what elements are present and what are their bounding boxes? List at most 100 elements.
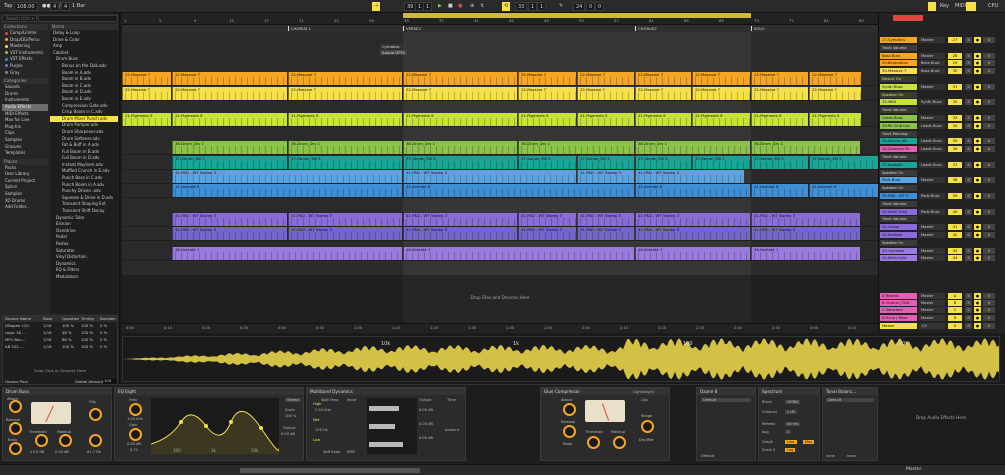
- arrangement-clip[interactable]: 41-PAD - WT Sweep 3: [635, 227, 750, 240]
- output-routing[interactable]: Master: [919, 293, 945, 299]
- tonal-title[interactable]: Tonal Balanc...: [823, 388, 877, 395]
- solo-button[interactable]: S: [965, 323, 972, 329]
- volume-value[interactable]: 0: [983, 323, 995, 329]
- solo-button[interactable]: S: [965, 99, 972, 106]
- arrangement-clip[interactable]: 41-PAD - WT Sweep 3: [635, 213, 750, 226]
- arrangement-clip[interactable]: 41-PAD - WT Sweep 3: [403, 170, 576, 183]
- track-lane[interactable]: 41-PAD - WT Sweep 3 41-PAD - WT Sweep 3 41…: [122, 213, 878, 227]
- category-item[interactable]: Samples: [2, 137, 48, 144]
- gain-mid-value[interactable]: 0.00 dB: [419, 422, 433, 426]
- solo-button[interactable]: S: [965, 138, 972, 145]
- arm-button[interactable]: ●: [974, 161, 981, 168]
- output-routing[interactable]: Bass Buss: [919, 60, 945, 67]
- arrangement-clip[interactable]: 21-Pigments 9: [518, 113, 576, 126]
- arm-button[interactable]: ●: [974, 224, 981, 231]
- collection-item[interactable]: VST Instruments: [2, 50, 48, 57]
- arrangement-clip[interactable]: 37-Serum_Mll 3: [403, 156, 517, 169]
- band-mid-label[interactable]: Mid: [313, 418, 319, 422]
- drop-audio-effects-zone[interactable]: Drop Audio Effects Here: [880, 415, 1002, 420]
- arrangement-clip[interactable]: 22-Massive 7: [122, 72, 171, 85]
- category-item[interactable]: Templates: [2, 150, 48, 157]
- browser-file-item[interactable]: Drum Mixer Punch.adv: [50, 115, 118, 123]
- track-name[interactable]: Speaker On: [880, 185, 917, 192]
- arrangement-clip[interactable]: 38-Drum_Drv 1: [635, 141, 750, 154]
- track-activator[interactable]: D: [948, 314, 962, 321]
- browser-file-item[interactable]: Full Boom in B.adv: [50, 149, 118, 156]
- track-name[interactable]: D Echo | Reve: [880, 314, 917, 321]
- arrangement-clip[interactable]: 38-Drum_Drv 1: [288, 141, 402, 154]
- track-name[interactable]: Leads Buss: [880, 115, 917, 121]
- arrangement-clip[interactable]: 41-PAD - WT Sweep 3: [172, 227, 287, 240]
- browser-file-item[interactable]: Modulators: [50, 274, 118, 281]
- track-activator[interactable]: 43: [948, 247, 962, 254]
- eq-mode-select[interactable]: Stereo: [285, 398, 301, 402]
- arrangement-clip[interactable]: 22-Massive 7: [172, 87, 287, 100]
- arrangement-clip[interactable]: 41-PAD - WT Sweep 3: [577, 227, 634, 240]
- output-routing[interactable]: Bass Buss: [919, 68, 945, 75]
- category-item[interactable]: Sounds: [2, 84, 48, 91]
- threshold-knob[interactable]: [35, 434, 48, 447]
- signature-denominator[interactable]: 4: [61, 2, 71, 11]
- mixer-track-row[interactable]: Speaker On: [879, 239, 1005, 247]
- arrangement-clip[interactable]: 21-Pigments 9: [172, 113, 287, 126]
- output-routing[interactable]: Pads Buss: [919, 193, 945, 199]
- browser-file-item[interactable]: Drive & Color: [50, 37, 118, 44]
- category-item[interactable]: Max for Live: [2, 117, 48, 124]
- browser-file-item[interactable]: Dynamic Tube: [50, 215, 118, 222]
- automation-arm-icon[interactable]: ↯: [478, 2, 486, 11]
- solo-button[interactable]: S: [965, 247, 972, 254]
- arm-button[interactable]: ●: [974, 115, 981, 121]
- record-icon[interactable]: ●: [456, 2, 464, 11]
- volume-value[interactable]: 0: [983, 300, 995, 307]
- volume-value[interactable]: 0: [983, 177, 995, 184]
- volume-value[interactable]: 0: [983, 138, 995, 145]
- solo-button[interactable]: S: [965, 122, 972, 129]
- mixer-track-row[interactable]: Track Volume: [879, 44, 1005, 52]
- mixer-track-row[interactable]: 43-Operator Master 43 S ● 0: [879, 247, 1005, 255]
- spectrum-title[interactable]: Spectrum: [759, 388, 819, 395]
- loop-length-bar[interactable]: 24: [573, 2, 586, 11]
- browser-file-item[interactable]: Full Boom in D.adv: [50, 155, 118, 162]
- rms-button[interactable]: RMS: [347, 450, 355, 454]
- track-name[interactable]: 35-Serum_Mll: [880, 138, 917, 145]
- output-routing[interactable]: Master: [919, 224, 945, 231]
- horizontal-scrollbar[interactable]: [240, 468, 420, 473]
- track-name[interactable]: 41-Group: [880, 224, 917, 231]
- volume-value[interactable]: 0: [983, 224, 995, 231]
- ozone-preset-select[interactable]: Default: [701, 398, 751, 402]
- solo-button[interactable]: S: [965, 146, 972, 153]
- track-activator[interactable]: 0: [948, 323, 962, 329]
- glue-preset-label[interactable]: Lightweight: [633, 390, 654, 394]
- arrangement-clip[interactable]: 21-Pigments 9: [403, 113, 517, 126]
- browser-file-item[interactable]: Redux: [50, 241, 118, 248]
- track-name[interactable]: Synth Buss: [880, 83, 917, 90]
- arrangement-clip[interactable]: 37-Serum_Mll 3: [288, 156, 402, 169]
- sample-waveform-display[interactable]: 10k 1k 100 10k: [122, 336, 1000, 382]
- mixer-track-row[interactable]: C Saturator Master C S ● 0: [879, 307, 1005, 314]
- place-item[interactable]: Packs: [2, 165, 48, 172]
- volume-value[interactable]: 0: [983, 115, 995, 121]
- mixer-track-row[interactable]: 44-Wild-Light Master 44 S ● 0: [879, 255, 1005, 262]
- tonal-preset-none-2[interactable]: none: [847, 454, 856, 458]
- groove-row[interactable]: AB 102 ... 1/16 100 % 100 % 0 %: [3, 343, 117, 350]
- loop-brace[interactable]: [403, 13, 751, 18]
- track-lane[interactable]: 46-Kontakt 1 46-Kontakt 1 46-Kontakt 1 46-K…: [122, 247, 878, 261]
- mixer-track-row[interactable]: Device On: [879, 76, 1005, 83]
- track-name[interactable]: Speaker On: [880, 169, 917, 176]
- arrangement-clip[interactable]: 22-Massive 7: [172, 72, 287, 85]
- collection-item[interactable]: Mastering: [2, 43, 48, 50]
- track-activator[interactable]: 30: [948, 68, 962, 75]
- track-lane[interactable]: 22-Massive 7 22-Massive 7 22-Massive 7 22-M…: [122, 72, 878, 86]
- arrangement-clip[interactable]: 21-Pigments 9: [751, 113, 808, 126]
- arm-button[interactable]: ●: [974, 323, 981, 329]
- arrangement-clip[interactable]: 22-Massive 7: [288, 72, 402, 85]
- glue-threshold-knob[interactable]: [587, 436, 600, 449]
- mixer-track-row[interactable]: Master 1/2 0 S ● 0: [879, 323, 1005, 330]
- browser-file-item[interactable]: Boom in D.adv: [50, 89, 118, 96]
- category-item[interactable]: Drums: [2, 91, 48, 98]
- drop-zone[interactable]: Drop Files and Devices Here: [122, 275, 878, 323]
- track-name[interactable]: 29-Beatnation: [880, 60, 917, 67]
- tonal-preset-select[interactable]: Default: [826, 398, 874, 402]
- track-name[interactable]: Speaker On: [880, 91, 917, 98]
- tempo-field[interactable]: 108.00: [14, 2, 38, 11]
